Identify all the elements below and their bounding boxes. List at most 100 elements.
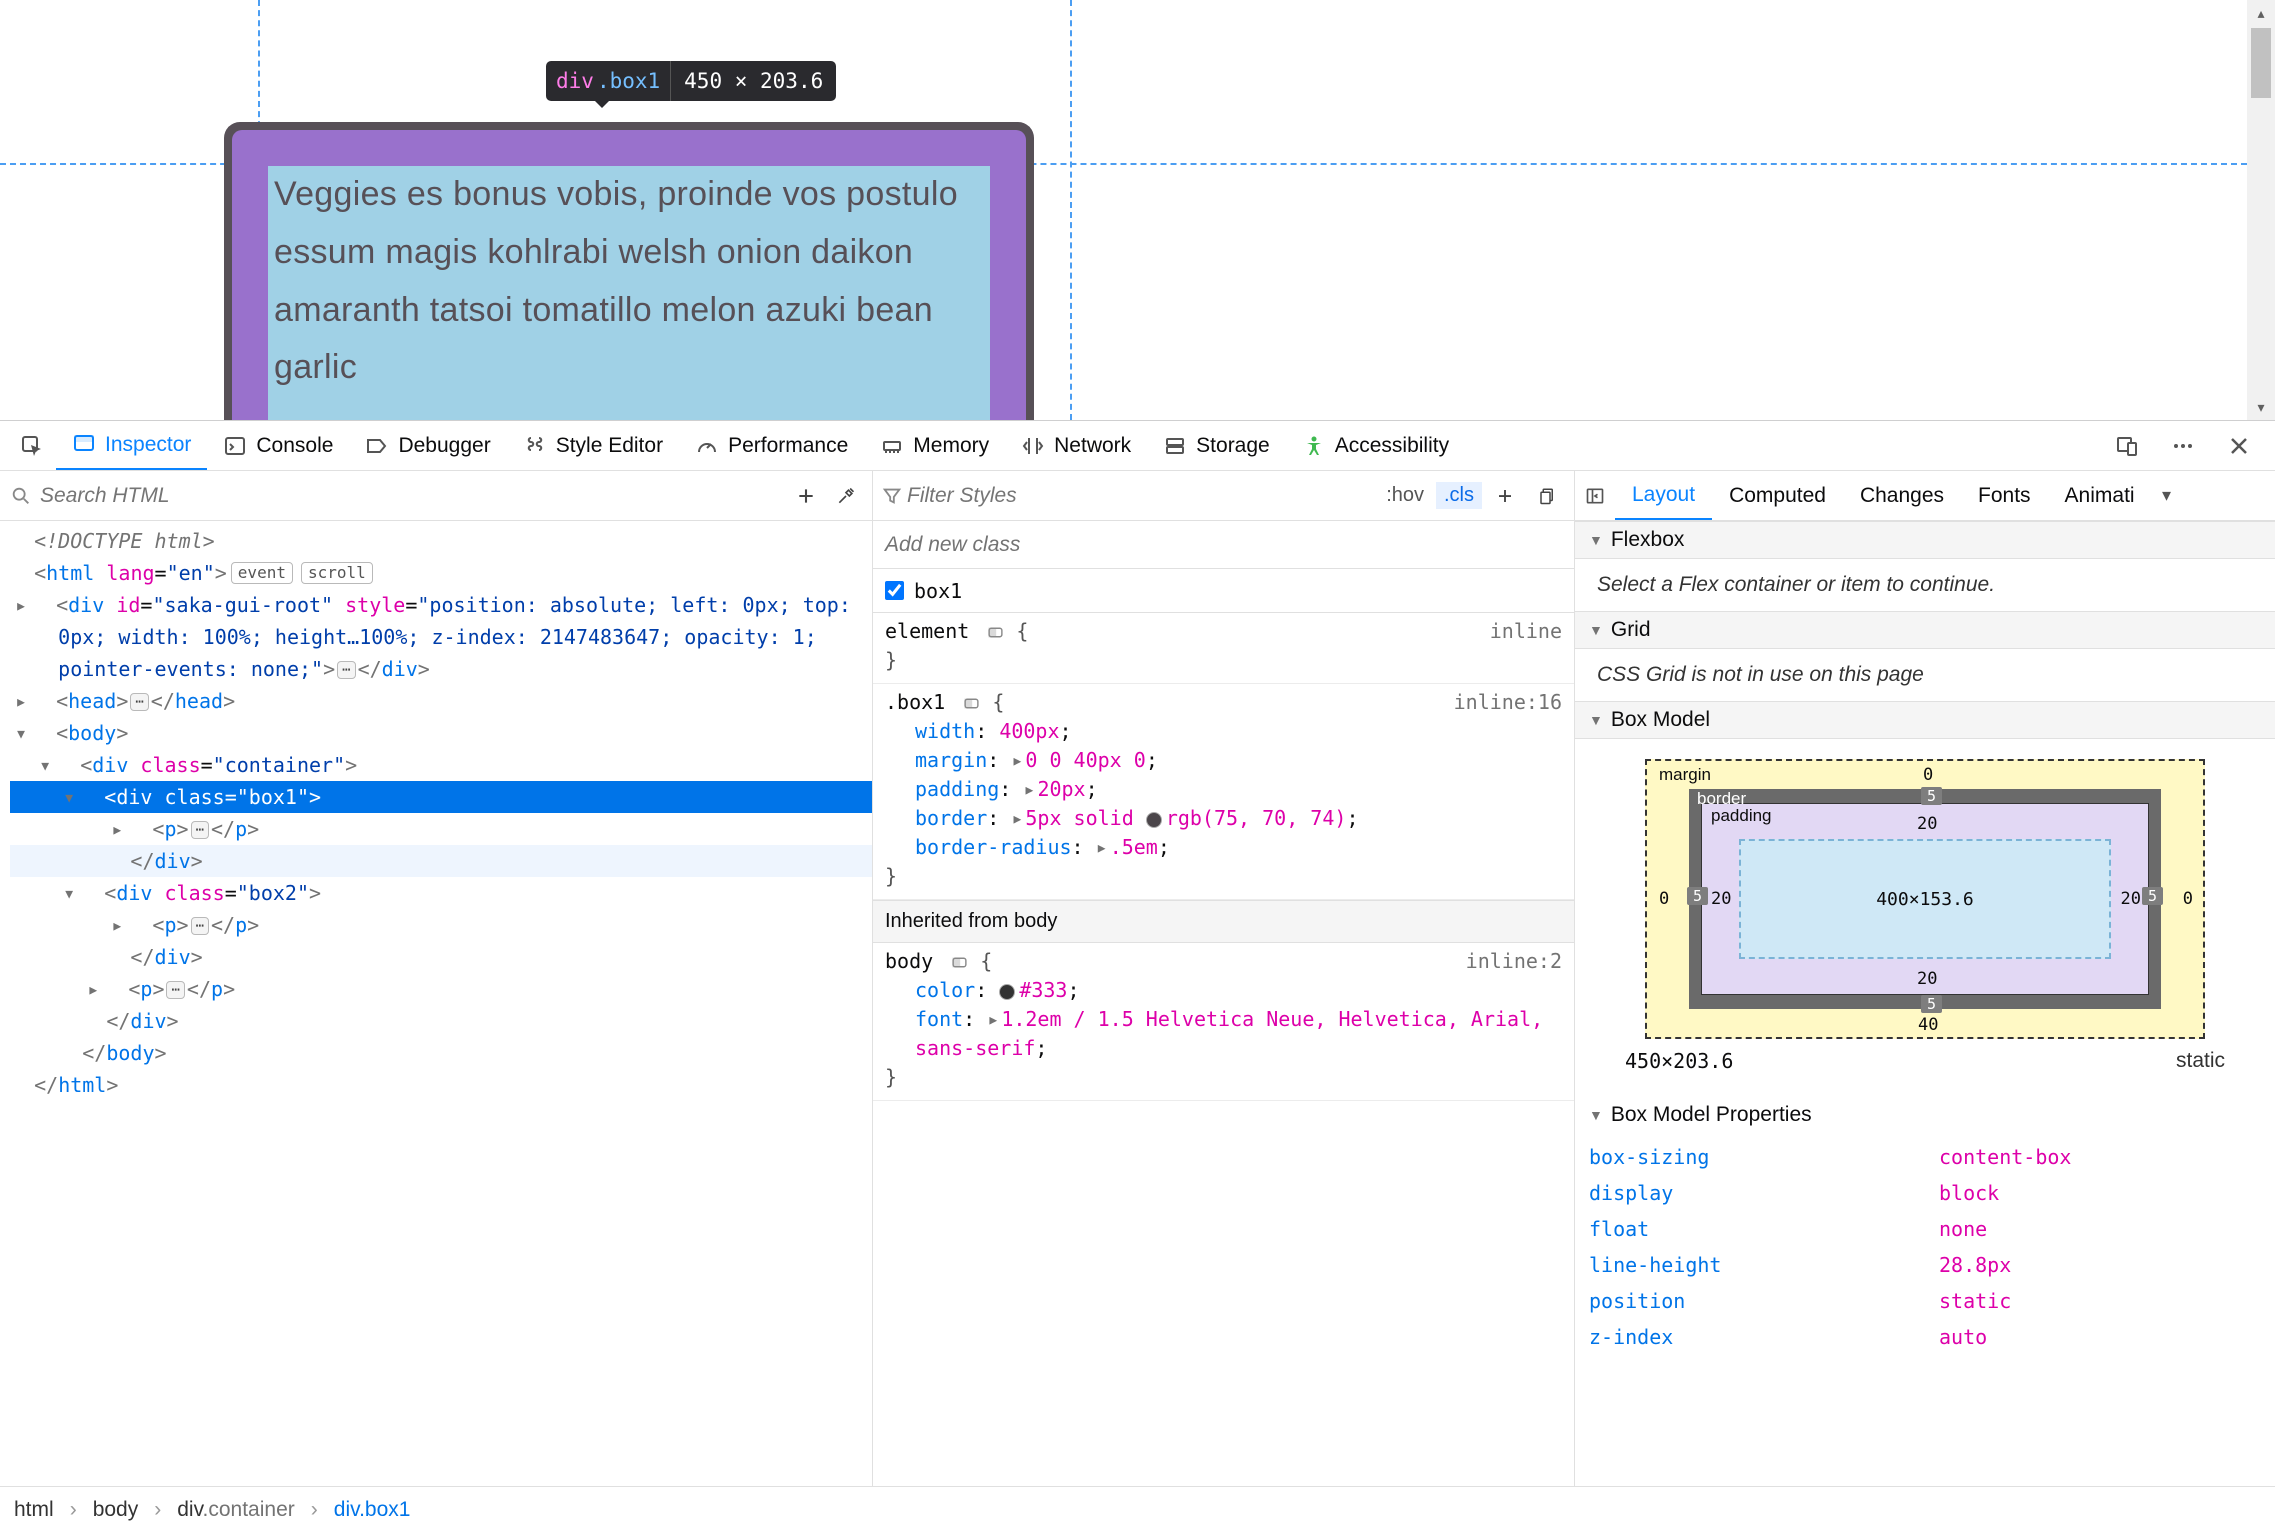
console-icon <box>223 434 247 458</box>
element-tooltip: div.box1 450 × 203.6 <box>546 61 836 101</box>
tab-label: Memory <box>913 434 989 458</box>
rules-toolbar: :hov .cls <box>873 471 1574 521</box>
accessibility-icon <box>1302 434 1326 458</box>
bm-padding-bottom[interactable]: 20 <box>1917 969 1937 989</box>
memory-icon <box>880 434 904 458</box>
box-model-props-header[interactable]: ▼Box Model Properties <box>1575 1089 2275 1133</box>
scroll-up-icon[interactable]: ▴ <box>2248 0 2274 26</box>
bm-size: 450×203.6 <box>1625 1049 1733 1073</box>
inspector-icon <box>72 433 96 457</box>
toggle-side-button[interactable] <box>1575 486 1615 506</box>
bm-padding-left[interactable]: 20 <box>1711 889 1731 909</box>
class-checkbox[interactable] <box>885 581 904 600</box>
funnel-icon <box>881 485 903 507</box>
tab-label: Console <box>256 434 333 458</box>
tab-storage[interactable]: Storage <box>1147 421 1286 470</box>
chevron-right-icon: › <box>70 1498 77 1522</box>
side-tab-computed[interactable]: Computed <box>1712 471 1843 520</box>
markup-panel: <!DOCTYPE html> <html lang="en">eventscr… <box>0 471 873 1486</box>
bm-margin-left[interactable]: 0 <box>1659 889 1669 909</box>
tab-label: Accessibility <box>1335 434 1449 458</box>
side-tab-animations[interactable]: Animati <box>2048 471 2152 520</box>
performance-icon <box>695 434 719 458</box>
bm-padding-right[interactable]: 20 <box>2121 889 2141 909</box>
box-text: Veggies es bonus vobis, proinde vos post… <box>268 166 990 397</box>
style-editor-icon <box>523 434 547 458</box>
box-model-title: Box Model <box>1611 708 1710 732</box>
cls-toggle[interactable]: .cls <box>1436 482 1482 509</box>
bm-label-margin: margin <box>1659 765 1711 785</box>
tooltip-arrow-icon <box>593 99 611 108</box>
devices-icon <box>2115 434 2139 458</box>
class-name: box1 <box>914 579 962 603</box>
tab-inspector[interactable]: Inspector <box>56 421 207 470</box>
chevron-right-icon: › <box>154 1498 161 1522</box>
breadcrumb-item[interactable]: html <box>14 1498 54 1522</box>
box-model-props: box-sizingcontent-boxdisplayblockfloatno… <box>1575 1133 2275 1385</box>
side-tab-layout[interactable]: Layout <box>1615 471 1712 520</box>
breadcrumb-item[interactable]: div.box1 <box>334 1498 411 1522</box>
tooltip-dimensions: 450 × 203.6 <box>670 61 836 101</box>
tab-accessibility[interactable]: Accessibility <box>1286 421 1465 470</box>
side-body: ▼Flexbox Select a Flex container or item… <box>1575 521 2275 1486</box>
inspected-box-content: Veggies es bonus vobis, proinde vos post… <box>268 166 990 420</box>
devtools-toolbar: Inspector Console Debugger Style Editor … <box>0 421 2275 471</box>
filter-styles-input[interactable] <box>907 484 1374 508</box>
add-class-input[interactable]: Add new class <box>873 521 1574 569</box>
close-devtools-button[interactable] <box>2211 421 2267 470</box>
rules-list[interactable]: inlineelement {}inline:16.box1 {width: 4… <box>873 613 1574 1486</box>
side-tab-changes[interactable]: Changes <box>1843 471 1961 520</box>
flexbox-body: Select a Flex container or item to conti… <box>1575 559 2275 611</box>
new-rule-button[interactable] <box>1489 480 1521 512</box>
bm-margin-right[interactable]: 0 <box>2183 889 2193 909</box>
dom-tree[interactable]: <!DOCTYPE html> <html lang="en">eventscr… <box>0 521 872 1486</box>
bm-margin-bottom[interactable]: 40 <box>1918 1015 1938 1035</box>
tab-network[interactable]: Network <box>1005 421 1147 470</box>
tab-style-editor[interactable]: Style Editor <box>507 421 679 470</box>
bm-padding-top[interactable]: 20 <box>1917 814 1937 834</box>
box-model-header[interactable]: ▼Box Model <box>1575 701 2275 739</box>
tab-label: Performance <box>728 434 848 458</box>
chevron-down-icon[interactable]: ▾ <box>2152 485 2182 506</box>
devtools: Inspector Console Debugger Style Editor … <box>0 420 2275 1532</box>
markup-search-bar <box>0 471 872 521</box>
element-picker-button[interactable] <box>8 421 56 470</box>
flexbox-header[interactable]: ▼Flexbox <box>1575 521 2275 559</box>
breadcrumb-item[interactable]: div.container <box>177 1498 295 1522</box>
bm-margin-top[interactable]: 0 <box>1923 765 1933 785</box>
grid-header[interactable]: ▼Grid <box>1575 611 2275 649</box>
tab-debugger[interactable]: Debugger <box>349 421 506 470</box>
bm-border-right[interactable]: 5 <box>2142 887 2163 905</box>
copy-styles-button[interactable] <box>1531 480 1563 512</box>
tab-label: Network <box>1054 434 1131 458</box>
bm-border-top[interactable]: 5 <box>1921 787 1942 805</box>
meatballs-button[interactable] <box>2155 421 2211 470</box>
bm-label-padding: padding <box>1711 806 1772 826</box>
search-icon <box>10 485 32 507</box>
eyedropper-button[interactable] <box>830 480 862 512</box>
scrollbar-thumb[interactable] <box>2251 28 2271 98</box>
guide-vertical-right <box>1070 0 1072 420</box>
search-html-input[interactable] <box>40 484 782 508</box>
storage-icon <box>1163 434 1187 458</box>
side-tab-fonts[interactable]: Fonts <box>1961 471 2048 520</box>
tab-label: Debugger <box>398 434 490 458</box>
inspected-box-padding: Veggies es bonus vobis, proinde vos post… <box>232 130 1026 420</box>
tab-performance[interactable]: Performance <box>679 421 864 470</box>
scroll-down-icon[interactable]: ▾ <box>2248 394 2274 420</box>
tab-memory[interactable]: Memory <box>864 421 1005 470</box>
page-viewport: Veggies es bonus vobis, proinde vos post… <box>0 0 2275 420</box>
vertical-scrollbar[interactable]: ▴ ▾ <box>2247 0 2275 420</box>
chevron-right-icon: › <box>311 1498 318 1522</box>
hov-toggle[interactable]: :hov <box>1378 482 1432 509</box>
add-element-button[interactable] <box>790 480 822 512</box>
responsive-mode-button[interactable] <box>2099 421 2155 470</box>
grid-title: Grid <box>1611 618 1651 642</box>
tab-console[interactable]: Console <box>207 421 349 470</box>
rules-panel: :hov .cls Add new class box1 inlineeleme… <box>873 471 1575 1486</box>
close-icon <box>2227 434 2251 458</box>
breadcrumb-item[interactable]: body <box>93 1498 139 1522</box>
bm-content[interactable]: 400×153.6 <box>1739 839 2111 959</box>
bm-border-bottom[interactable]: 5 <box>1921 995 1942 1013</box>
bm-border-left[interactable]: 5 <box>1687 887 1708 905</box>
